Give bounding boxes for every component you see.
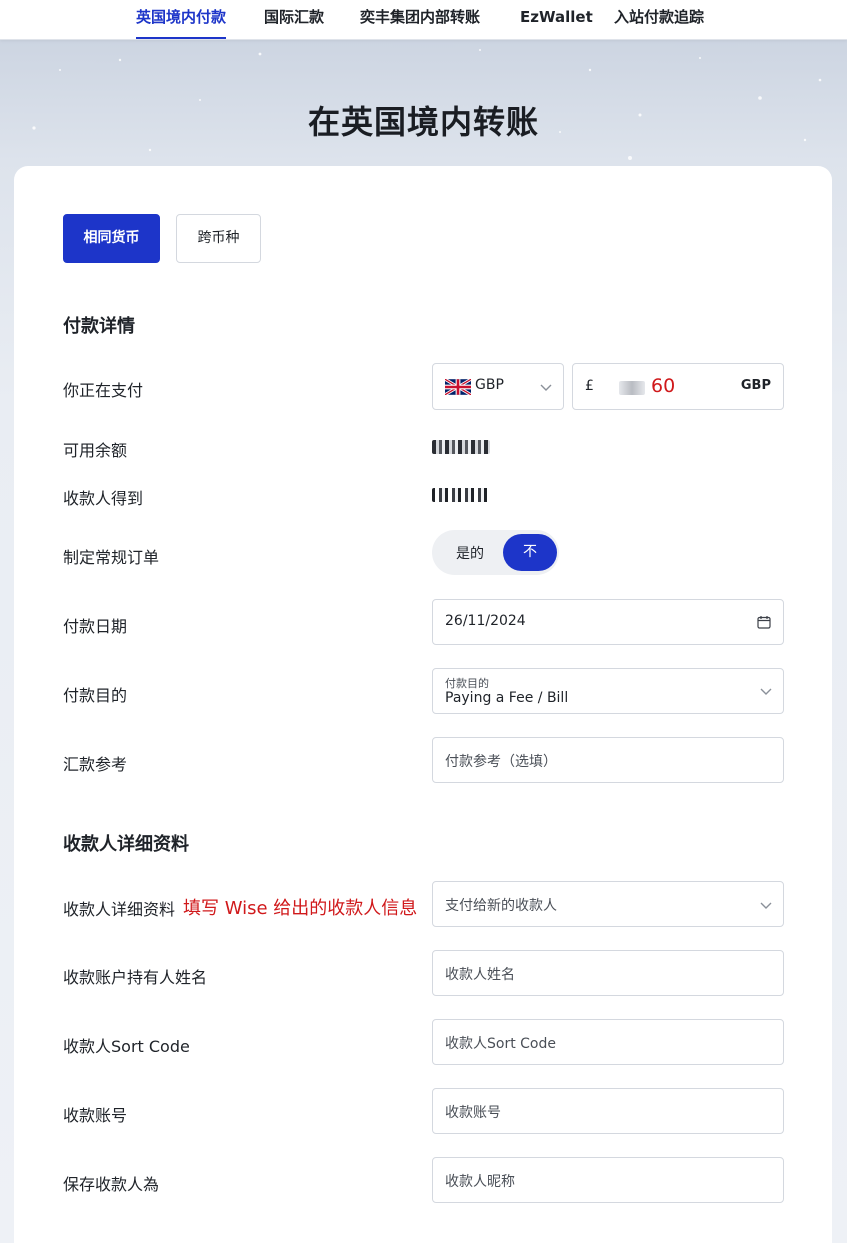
paying-label: 你正在支付	[63, 381, 144, 400]
available-balance-label: 可用余额	[63, 441, 128, 460]
payment-purpose-value: Paying a Fee / Bill	[445, 690, 569, 706]
tab-internal-transfer[interactable]: 奕丰集团内部转账	[360, 0, 480, 40]
standing-order-label: 制定常规订单	[63, 548, 160, 567]
beneficiary-select-value: 支付给新的收款人	[445, 898, 557, 914]
beneficiary-details-heading: 收款人详细资料	[63, 834, 189, 855]
account-number-label: 收款账号	[63, 1106, 128, 1125]
remittance-reference-label: 汇款参考	[63, 755, 128, 774]
reference-input[interactable]: 付款参考（选填）	[432, 737, 784, 783]
amount-input[interactable]: £ 60 GBP	[572, 363, 784, 410]
beneficiary-details-label: 收款人详细资料	[63, 900, 176, 919]
calendar-icon[interactable]	[757, 615, 771, 629]
account-number-input[interactable]: 收款账号	[432, 1088, 784, 1134]
toggle-yes-option[interactable]: 是的	[456, 543, 484, 563]
same-currency-button[interactable]: 相同货币	[63, 214, 160, 263]
tab-ezwallet[interactable]: EzWallet	[520, 0, 593, 40]
beneficiary-nickname-input[interactable]: 收款人昵称	[432, 1157, 784, 1203]
recipient-receives-label: 收款人得到	[63, 489, 144, 508]
chevron-down-icon	[760, 688, 772, 695]
payment-purpose-caption: 付款目的	[445, 677, 489, 690]
masked-amount	[619, 381, 645, 395]
page-title: 在英国境内转账	[307, 103, 539, 141]
sort-code-placeholder: 收款人Sort Code	[445, 1036, 556, 1052]
payment-date-label: 付款日期	[63, 617, 128, 636]
payment-details-heading: 付款详情	[63, 316, 135, 337]
currency-code: GBP	[475, 377, 504, 393]
account-holder-input[interactable]: 收款人姓名	[432, 950, 784, 996]
tab-international-remittance[interactable]: 国际汇款	[264, 0, 324, 40]
standing-order-toggle: 是的 不	[432, 530, 559, 575]
pound-symbol: £	[585, 378, 594, 394]
reference-placeholder: 付款参考（选填）	[445, 754, 557, 770]
chevron-down-icon	[760, 902, 772, 909]
cross-currency-button[interactable]: 跨币种	[176, 214, 261, 263]
amount-value: 60	[651, 375, 676, 397]
annotation-note: 填写 Wise 给出的收款人信息	[183, 898, 418, 919]
account-number-placeholder: 收款账号	[445, 1105, 501, 1121]
sort-code-label: 收款人Sort Code	[63, 1037, 190, 1056]
uk-flag-icon	[445, 379, 471, 395]
sort-code-input[interactable]: 收款人Sort Code	[432, 1019, 784, 1065]
masked-available-balance	[432, 440, 490, 454]
beneficiary-nickname-placeholder: 收款人昵称	[445, 1174, 515, 1190]
tab-inbound-payment-tracking[interactable]: 入站付款追踪	[614, 0, 704, 40]
amount-currency: GBP	[740, 378, 771, 393]
toggle-no-option[interactable]: 不	[503, 534, 557, 571]
top-navigation: 英国境内付款 国际汇款 奕丰集团内部转账 EzWallet 入站付款追踪	[0, 0, 847, 40]
beneficiary-select[interactable]: 支付给新的收款人	[432, 881, 784, 927]
payment-date-value: 26/11/2024	[445, 613, 526, 629]
currency-select[interactable]: GBP	[432, 363, 564, 410]
masked-recipient-amount	[432, 488, 490, 502]
tab-uk-domestic-payment[interactable]: 英国境内付款	[136, 0, 227, 40]
save-beneficiary-label: 保存收款人為	[63, 1175, 160, 1194]
account-holder-placeholder: 收款人姓名	[445, 967, 515, 983]
payment-purpose-label: 付款目的	[63, 686, 128, 705]
chevron-down-icon	[540, 384, 552, 391]
account-holder-label: 收款账户持有人姓名	[63, 968, 208, 987]
payment-purpose-select[interactable]: 付款目的 Paying a Fee / Bill	[432, 668, 784, 714]
payment-date-field[interactable]: 26/11/2024	[432, 599, 784, 645]
